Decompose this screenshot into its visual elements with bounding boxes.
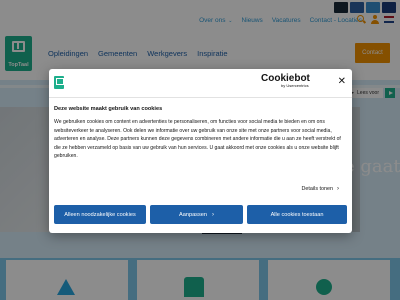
- dialog-body-text: We gebruiken cookies om content en adver…: [54, 119, 341, 159]
- deny-button[interactable]: Alleen noodzakelijke cookies: [54, 205, 146, 224]
- customize-button[interactable]: Aanpassen ›: [150, 205, 243, 224]
- cookiebot-by: by Usercentrics: [281, 83, 309, 88]
- site-logo-icon: [54, 76, 64, 89]
- cookie-consent-dialog: Cookiebot by Usercentrics ✕ Deze website…: [49, 69, 352, 233]
- details-label: Details tonen: [301, 186, 333, 192]
- dialog-divider: [49, 97, 352, 98]
- allow-all-button[interactable]: Alle cookies toestaan: [247, 205, 347, 224]
- chevron-right-icon: ›: [337, 186, 339, 192]
- customize-label: Aanpassen: [179, 211, 207, 218]
- close-icon[interactable]: ✕: [338, 77, 346, 87]
- show-details-link[interactable]: Details tonen ›: [302, 186, 339, 192]
- chevron-right-icon: ›: [212, 211, 214, 218]
- dialog-title: Deze website maakt gebruik van cookies: [54, 106, 163, 112]
- cookiebot-logo: Cookiebot by Usercentrics: [261, 74, 310, 88]
